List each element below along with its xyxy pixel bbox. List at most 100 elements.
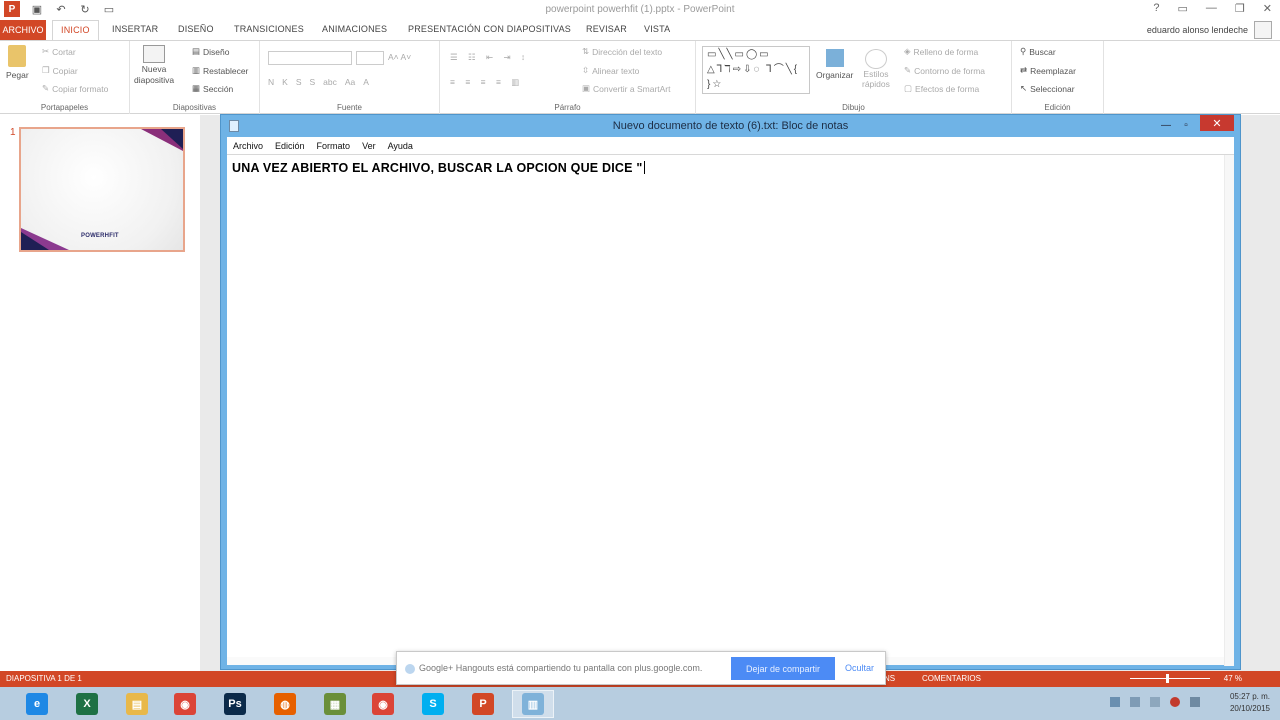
taskbar-photoshop-button[interactable]: Ps [214, 690, 256, 718]
tab-transiciones[interactable]: TRANSICIONES [234, 24, 304, 34]
shapes-gallery[interactable]: ▭╲╲▭◯▭ △⅂ℸ⇨⇩◌ ⅂⌒╲{ }☆ [702, 46, 810, 94]
zoom-slider-thumb[interactable] [1166, 674, 1169, 683]
notepad-text-area[interactable]: UNA VEZ ABIERTO EL ARCHIVO, BUSCAR LA OP… [227, 154, 1234, 666]
format-painter-button[interactable]: ✎ Copiar formato [42, 83, 108, 94]
section-icon: ▦ [192, 83, 201, 93]
taskbar-powerpoint-button[interactable]: P [462, 690, 504, 718]
new-slide-button[interactable]: Nueva diapositiva [134, 45, 174, 85]
font-family-select[interactable] [268, 51, 352, 65]
tray-flag-icon[interactable] [1130, 697, 1140, 707]
group-label: Párrafo [554, 103, 581, 112]
spacing-button[interactable]: abc [323, 77, 337, 87]
close-button[interactable]: ✕ [1200, 115, 1234, 131]
help-icon[interactable]: ? [1153, 2, 1159, 15]
powerpoint-titlebar: P ▣ ↶ ↻ ▭ powerpoint powerhfit (1).pptx … [0, 0, 1280, 20]
change-case-button[interactable]: Aa [345, 77, 355, 87]
taskbar-firefox-button[interactable]: ◍ [264, 690, 306, 718]
taskbar-notepad-button[interactable]: ▥ [512, 690, 554, 718]
slide-number: 1 [10, 127, 16, 138]
window-controls: ? ▭ — ❐ ✕ [1153, 2, 1272, 15]
notepad-content[interactable]: UNA VEZ ABIERTO EL ARCHIVO, BUSCAR LA OP… [232, 161, 646, 175]
restore-icon[interactable]: ❐ [1235, 2, 1245, 15]
smartart-button[interactable]: ▣ Convertir a SmartArt [582, 83, 671, 94]
tab-inicio[interactable]: INICIO [52, 20, 99, 41]
copy-button[interactable]: ❐ Copiar [42, 65, 78, 76]
binoculars-icon: ⚲ [1020, 46, 1027, 56]
align-text-button[interactable]: ⇳ Alinear texto [582, 65, 639, 76]
tab-diseno[interactable]: DISEÑO [178, 24, 214, 34]
cut-button[interactable]: ✂ Cortar [42, 46, 76, 57]
taskbar-chrome-2-button[interactable]: ◉ [362, 690, 404, 718]
layout-button[interactable]: ▤ Diseño [192, 46, 230, 57]
tab-vista[interactable]: VISTA [644, 24, 670, 34]
taskbar-clock[interactable]: 05:27 p. m. 20/10/2015 [1230, 691, 1270, 715]
file-explorer-icon: ▤ [126, 693, 148, 715]
section-button[interactable]: ▦ Sección [192, 83, 233, 94]
taskbar-skype-button[interactable]: S [412, 690, 454, 718]
grow-font-icon[interactable]: A˄ A˅ [388, 52, 411, 62]
tray-antivirus-icon[interactable] [1170, 697, 1180, 707]
tab-presentacion[interactable]: PRESENTACIÓN CON DIAPOSITIVAS [408, 24, 571, 34]
strikethrough-button[interactable]: S [309, 77, 315, 87]
taskbar-internet-explorer-button[interactable]: e [16, 690, 58, 718]
taskbar-file-explorer-button[interactable]: ▤ [116, 690, 158, 718]
tab-archivo[interactable]: ARCHIVO [0, 20, 46, 40]
close-icon[interactable]: ✕ [1263, 2, 1272, 15]
arrange-button[interactable]: Organizar [816, 49, 853, 80]
taskbar-excel-button[interactable]: X [66, 690, 108, 718]
menu-edicion[interactable]: Edición [275, 141, 305, 151]
font-size-select[interactable] [356, 51, 384, 65]
quick-styles-button[interactable]: Estilos rápidos [862, 49, 890, 89]
clock-time: 05:27 p. m. [1229, 692, 1270, 701]
tray-battery-icon[interactable] [1150, 697, 1160, 707]
maximize-button[interactable]: ▫ [1176, 117, 1196, 133]
taskbar-chrome-button[interactable]: ◉ [164, 690, 206, 718]
list-buttons-icon[interactable]: ☰ ☷ ⇤ ⇥ ↕ [450, 52, 529, 63]
fill-bucket-icon: ◈ [904, 46, 911, 56]
ribbon-display-icon[interactable]: ▭ [1178, 2, 1188, 15]
comments-button[interactable]: COMENTARIOS [922, 674, 981, 683]
menu-ver[interactable]: Ver [362, 141, 376, 151]
slide-thumbnail[interactable]: POWERHFIT [19, 127, 185, 252]
menu-ayuda[interactable]: Ayuda [388, 141, 413, 151]
tab-animaciones[interactable]: ANIMACIONES [322, 24, 387, 34]
notepad-titlebar[interactable]: Nuevo documento de texto (6).txt: Bloc d… [221, 115, 1240, 137]
reset-button[interactable]: ▥ Restablecer [192, 65, 248, 76]
font-color-icon[interactable]: A [363, 77, 369, 87]
slide-count-status: DIAPOSITIVA 1 DE 1 [6, 674, 82, 683]
group-parrafo: ☰ ☷ ⇤ ⇥ ↕ ≡ ≡ ≡ ≡ ▥ ⇅ Dirección del texto… [440, 41, 696, 114]
zoom-level[interactable]: 47 % [1224, 674, 1242, 683]
zoom-slider[interactable] [1130, 678, 1210, 679]
user-name[interactable]: eduardo alonso lendeche [1147, 25, 1248, 35]
align-buttons-icon[interactable]: ≡ ≡ ≡ ≡ ▥ [450, 77, 523, 88]
replace-button[interactable]: ⇄ Reemplazar [1020, 65, 1076, 76]
italic-button[interactable]: K [282, 77, 288, 87]
shape-effects-button[interactable]: ▢ Efectos de forma [904, 83, 979, 94]
menu-archivo[interactable]: Archivo [233, 141, 263, 151]
minimize-button[interactable]: — [1156, 117, 1176, 133]
tray-volume-icon[interactable] [1190, 697, 1200, 707]
find-button[interactable]: ⚲ Buscar [1020, 46, 1056, 57]
tray-network-icon[interactable] [1110, 697, 1120, 707]
thumb-shape-topright-2 [161, 129, 183, 149]
tab-revisar[interactable]: REVISAR [586, 24, 627, 34]
underline-button[interactable]: S [296, 77, 302, 87]
taskbar-calculator-button[interactable]: ▦ [314, 690, 356, 718]
hide-button[interactable]: Ocultar [845, 663, 874, 673]
paste-button[interactable]: Pegar [6, 45, 29, 80]
layout-icon: ▤ [192, 46, 201, 56]
group-portapapeles: Pegar ✂ Cortar ❐ Copiar ✎ Copiar formato Po… [0, 41, 130, 114]
menu-formato[interactable]: Formato [317, 141, 351, 151]
text-direction-button[interactable]: ⇅ Dirección del texto [582, 46, 662, 57]
stop-sharing-button[interactable]: Dejar de compartir [731, 657, 835, 680]
minimize-icon[interactable]: — [1206, 2, 1217, 15]
shape-fill-button[interactable]: ◈ Relleno de forma [904, 46, 978, 57]
select-button[interactable]: ↖ Seleccionar [1020, 83, 1075, 94]
bold-button[interactable]: N [268, 77, 274, 87]
group-label: Fuente [337, 103, 362, 112]
pen-icon: ✎ [904, 65, 912, 75]
vertical-scrollbar[interactable] [1224, 155, 1234, 666]
shape-outline-button[interactable]: ✎ Contorno de forma [904, 65, 985, 76]
avatar[interactable] [1254, 21, 1272, 39]
tab-insertar[interactable]: INSERTAR [112, 24, 158, 34]
